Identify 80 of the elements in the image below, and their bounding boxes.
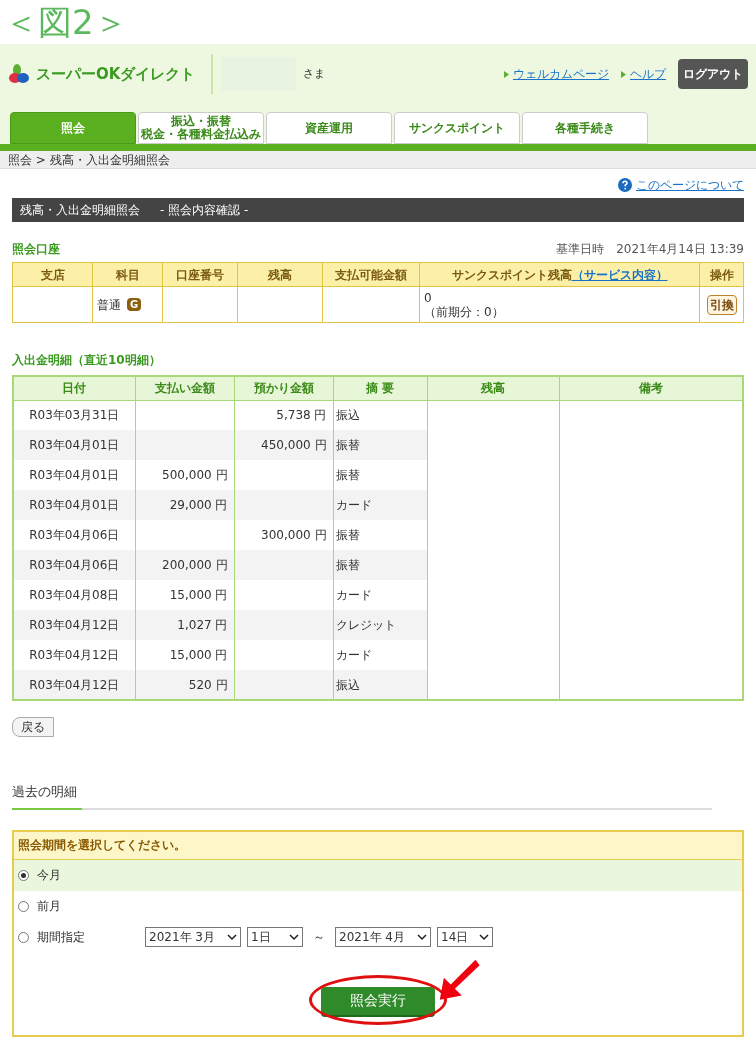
radio-label: 前月 [37, 898, 62, 915]
nav-tab[interactable]: 各種手続き [522, 112, 648, 144]
date-cell: R03年04月01日 [29, 438, 120, 452]
column-header: 科目 [115, 267, 140, 282]
withdrawal-amount: 500,000 円 [162, 468, 228, 482]
account-type: 普通 [97, 296, 121, 314]
date-cell: R03年04月01日 [29, 468, 120, 482]
description-cell: 振替 [335, 438, 360, 452]
description-cell: カード [335, 648, 372, 662]
previous-points: （前期分：0） [424, 304, 505, 319]
range-separator: ～ [313, 929, 325, 946]
dropdown-select[interactable]: 14日 [437, 927, 493, 947]
description-cell: 振替 [335, 528, 360, 542]
section-heading: 過去の明細 [12, 783, 78, 801]
header-link[interactable]: ヘルプ [621, 65, 666, 83]
description-cell: 振込 [335, 677, 360, 692]
deposit-amount: 450,000 円 [261, 438, 327, 452]
radio-label: 期間指定 [37, 929, 86, 946]
description-cell: クレジット [335, 618, 396, 632]
description-cell: カード [335, 588, 372, 602]
exchange-button[interactable]: 引換 [706, 294, 737, 315]
date-cell: R03年04月12日 [29, 677, 120, 692]
period-prompt: 照会期間を選択してください。 [18, 837, 186, 854]
date-cell: R03年04月01日 [29, 498, 120, 512]
column-header: 残高 [268, 267, 292, 282]
withdrawal-amount: 15,000 円 [169, 648, 228, 662]
timestamp-label: 基準日時 [556, 241, 605, 258]
withdrawal-amount: 1,027 円 [177, 618, 228, 632]
timestamp: 2021年4月14日 13:39 [616, 241, 744, 258]
breadcrumb: 照会 > 残高・入出金明細照会 [0, 151, 756, 169]
date-cell: R03年04月06日 [29, 528, 120, 542]
honorific: さま [303, 65, 325, 82]
account-badge: G [127, 298, 142, 311]
logout-button[interactable]: ログアウト [678, 59, 748, 89]
radio-label: 今月 [37, 867, 62, 884]
dropdown-select[interactable]: 2021年 3月 [145, 927, 241, 947]
description-cell: 振替 [335, 558, 360, 572]
back-button[interactable]: 戻る [12, 717, 54, 737]
withdrawal-amount: 520 円 [188, 677, 228, 692]
column-header: 摘 要 [365, 381, 395, 396]
dropdown-select[interactable]: 1日 [247, 927, 303, 947]
logo-text: スーパーOKダイレクト [36, 63, 196, 85]
date-cell: R03年03月31日 [29, 408, 120, 423]
date-cell: R03年04月12日 [29, 648, 120, 662]
column-header: 預かり金額 [253, 381, 314, 396]
column-header: 備考 [638, 381, 663, 396]
description-cell: 振込 [335, 408, 360, 423]
header-link[interactable]: ウェルカムページ [504, 65, 609, 83]
column-header: 支店 [40, 267, 65, 282]
column-header: 残高 [481, 381, 505, 396]
service-link[interactable]: （サービス内容） [571, 265, 668, 284]
page-title: 残高・入出金明細照会 [20, 202, 140, 219]
deposit-amount: 300,000 円 [261, 528, 327, 542]
column-header: 操作 [709, 267, 734, 282]
point-balance: 0 [424, 290, 433, 305]
description-cell: 振替 [335, 468, 360, 482]
dropdown-select[interactable]: 2021年 4月 [335, 927, 431, 947]
nav-tab[interactable]: 照会 [10, 112, 136, 144]
nav-tab[interactable]: 振込・振替 税金・各種料金払込み [138, 112, 264, 144]
withdrawal-amount: 200,000 円 [162, 558, 228, 572]
section-heading: 入出金明細（直近10明細） [12, 352, 162, 369]
column-header: 日付 [62, 381, 87, 396]
column-header: サンクスポイント残高 [451, 266, 572, 284]
column-header: 口座番号 [176, 267, 224, 282]
withdrawal-amount: 15,000 円 [169, 588, 228, 602]
withdrawal-amount: 29,000 円 [169, 498, 228, 512]
section-heading: 照会口座 [12, 241, 60, 258]
page-subtitle: - 照会内容確認 - [160, 202, 249, 219]
column-header: 支払い金額 [154, 381, 215, 396]
description-cell: カード [335, 498, 372, 512]
date-cell: R03年04月12日 [29, 618, 120, 632]
nav-tab[interactable]: サンクスポイント [394, 112, 520, 144]
column-header: 支払可能金額 [335, 267, 407, 282]
deposit-amount: 5,738 円 [276, 408, 327, 423]
nav-tab[interactable]: 資産運用 [266, 112, 392, 144]
submit-button[interactable]: 照会実行 [321, 986, 435, 1017]
date-cell: R03年04月06日 [29, 558, 120, 572]
figure-label: ＜図2＞ [3, 1, 129, 44]
date-cell: R03年04月08日 [29, 588, 120, 602]
help-link[interactable]: このページについて [618, 176, 744, 194]
